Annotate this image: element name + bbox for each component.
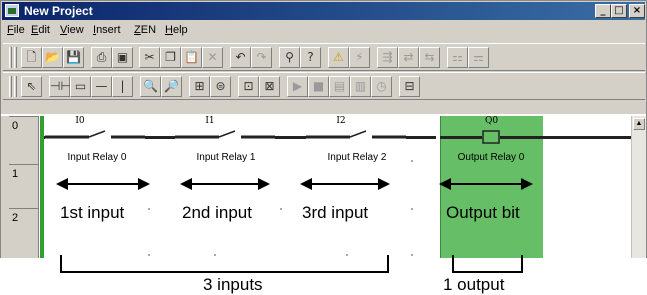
double-arrow xyxy=(56,178,150,190)
edit-icon[interactable]: ⊠ xyxy=(259,76,280,97)
annotation-label: 2nd input xyxy=(182,203,252,222)
title-bar: New Project _ □ × xyxy=(2,2,645,20)
row-header: 0 1 2 xyxy=(9,116,39,258)
transfer-icon[interactable]: ⇶ xyxy=(377,47,398,68)
toolbar-grip[interactable] xyxy=(9,76,12,97)
settings-icon[interactable]: ⊟ xyxy=(399,76,420,97)
output-bracket xyxy=(452,255,523,273)
undo-icon[interactable]: ↶ xyxy=(230,47,251,68)
scroll-up-button[interactable]: ▲ xyxy=(633,118,645,130)
print-preview-icon[interactable]: ▣ xyxy=(112,47,133,68)
warning-icon[interactable]: ⚠ xyxy=(328,47,349,68)
zoom-out-icon[interactable]: 🔎 xyxy=(161,76,182,97)
coil-icon[interactable]: ▭ xyxy=(70,76,91,97)
grid-dot xyxy=(280,208,282,210)
menu-edit[interactable]: Edit xyxy=(31,24,50,36)
print-icon[interactable]: ⎙ xyxy=(91,47,112,68)
delete-icon[interactable]: ✕ xyxy=(202,47,223,68)
coil-q0[interactable]: Q0 xyxy=(440,116,543,146)
grid-icon[interactable]: ⊞ xyxy=(189,76,210,97)
maximize-button[interactable]: □ xyxy=(611,4,627,18)
read-icon[interactable]: ⇆ xyxy=(419,47,440,68)
menu-help[interactable]: Help xyxy=(165,24,188,36)
compare-icon[interactable]: ⇄ xyxy=(398,47,419,68)
redo-icon[interactable]: ↷ xyxy=(251,47,272,68)
paste-icon[interactable]: 📋 xyxy=(181,47,202,68)
main-toolbar: 🗋 📂 💾 ⎙ ▣ ✂ ❐ 📋 ✕ ↶ ↷ ⚲ ? ⚠ ⚡ ⇶ ⇄ ⇆ ⚏ ⚎ xyxy=(3,43,645,71)
new-icon[interactable]: 🗋 xyxy=(21,47,42,68)
help-icon[interactable]: ? xyxy=(300,47,321,68)
app-icon xyxy=(5,4,19,17)
vline-icon[interactable]: | xyxy=(112,76,133,97)
view1-icon[interactable]: ▤ xyxy=(329,76,350,97)
cut-icon[interactable]: ✂ xyxy=(139,47,160,68)
window-title: New Project xyxy=(24,4,93,18)
canvas-left-margin xyxy=(1,116,9,258)
edit-toolbar: ⇖ ⊣⊢ ▭ — | 🔍 🔎 ⊞ ⊜ ⊡ ⊠ ▶ ■ ▤ ▥ ◷ ⊟ xyxy=(3,72,645,100)
coil-symbol xyxy=(440,130,543,144)
grid-dot xyxy=(411,254,413,256)
coil-label: Output Relay 0 xyxy=(457,152,525,163)
program-icon[interactable]: ⊡ xyxy=(238,76,259,97)
double-arrow xyxy=(180,178,270,190)
line-icon[interactable]: — xyxy=(91,76,112,97)
connect-icon[interactable]: ⚏ xyxy=(447,47,468,68)
annotation-label: Output bit xyxy=(446,203,520,222)
row-number: 1 xyxy=(9,164,39,208)
grid-dot xyxy=(411,208,413,210)
inputs-bracket xyxy=(60,255,389,273)
stop-icon[interactable]: ■ xyxy=(308,76,329,97)
copy-icon[interactable]: ❐ xyxy=(160,47,181,68)
contact-id: I1 xyxy=(205,116,215,126)
contact-label: Input Relay 1 xyxy=(196,152,256,163)
open-icon[interactable]: 📂 xyxy=(42,47,63,68)
save-icon[interactable]: 💾 xyxy=(63,47,84,68)
contact-i2[interactable]: I2 xyxy=(306,116,406,142)
run-mode-icon[interactable]: ▶ xyxy=(287,76,308,97)
row-number: 0 xyxy=(9,116,39,152)
contact-symbol xyxy=(45,130,145,142)
annotation-label: 3rd input xyxy=(302,203,369,222)
find-icon[interactable]: ⚲ xyxy=(279,47,300,68)
menu-bar: File Edit View Insert ZEN Help xyxy=(2,21,645,39)
clock-icon[interactable]: ◷ xyxy=(371,76,392,97)
annotation-label: 1st input xyxy=(60,203,125,222)
contact-symbol xyxy=(306,130,406,142)
menu-zen[interactable]: ZEN xyxy=(134,24,156,36)
close-button[interactable]: × xyxy=(629,4,645,18)
inputs-bracket-label: 3 inputs xyxy=(203,275,263,294)
contact-label: Input Relay 2 xyxy=(327,152,387,163)
contact-id: I0 xyxy=(75,116,85,126)
ladder-rung-end xyxy=(543,136,631,139)
menu-insert[interactable]: Insert xyxy=(93,24,121,36)
contact-i1[interactable]: I1 xyxy=(175,116,275,142)
run-icon[interactable]: ⚡ xyxy=(349,47,370,68)
double-arrow xyxy=(439,178,533,190)
minimize-button[interactable]: _ xyxy=(595,4,611,18)
monitor-icon[interactable]: ⊜ xyxy=(210,76,231,97)
contact-label: Input Relay 0 xyxy=(67,152,127,163)
grid-dot xyxy=(411,160,413,162)
zoom-in-icon[interactable]: 🔍 xyxy=(140,76,161,97)
toolbar-grip[interactable] xyxy=(9,47,12,68)
toolbar-grip[interactable] xyxy=(14,47,17,68)
row-number: 2 xyxy=(9,208,39,258)
contact-icon[interactable]: ⊣⊢ xyxy=(49,76,71,97)
contact-id: I2 xyxy=(336,116,346,126)
toolbar-grip[interactable] xyxy=(14,76,17,97)
grid-dot xyxy=(148,208,150,210)
contact-i0[interactable]: I0 xyxy=(45,116,145,142)
vertical-scrollbar[interactable]: ▲ xyxy=(631,116,646,258)
disconnect-icon[interactable]: ⚎ xyxy=(468,47,489,68)
pointer-icon[interactable]: ⇖ xyxy=(21,76,42,97)
output-bracket-label: 1 output xyxy=(443,275,505,294)
contact-symbol xyxy=(175,130,275,142)
menu-view[interactable]: View xyxy=(60,24,84,36)
double-arrow xyxy=(300,178,390,190)
view2-icon[interactable]: ▥ xyxy=(350,76,371,97)
menu-file[interactable]: File xyxy=(7,24,25,36)
